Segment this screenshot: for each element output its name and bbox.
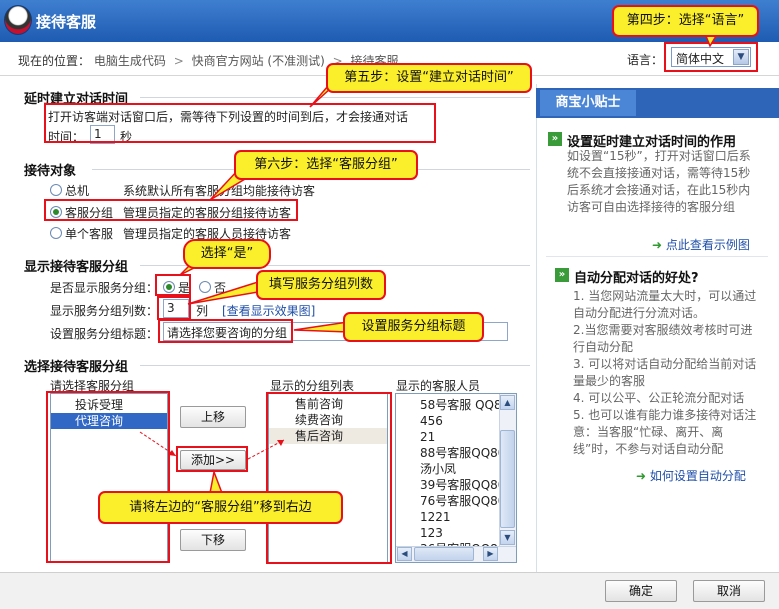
callout-step4: 第四步：选择“语言” [612, 5, 759, 37]
callout-fill-cols: 填写服务分组列数 [256, 270, 386, 300]
callout-pointer [293, 321, 349, 333]
dashed-arrow [247, 439, 285, 460]
callout-choose-yes: 选择“是” [183, 239, 271, 269]
callout-pointer [187, 280, 259, 305]
arrowhead [277, 440, 284, 446]
callout-move-groups: 请将左边的“客服分组”移到右边 [98, 491, 343, 524]
callout-step5: 第五步：设置“建立对话时间” [326, 63, 532, 93]
ok-button[interactable]: 确定 [605, 580, 677, 602]
callout-pointer [704, 35, 718, 48]
arrowhead [168, 450, 176, 456]
callout-set-title: 设置服务分组标题 [343, 312, 484, 342]
callout-step6: 第六步：选择“客服分组” [234, 150, 418, 180]
callout-pointer [209, 469, 224, 494]
cancel-button[interactable]: 取消 [693, 580, 765, 602]
